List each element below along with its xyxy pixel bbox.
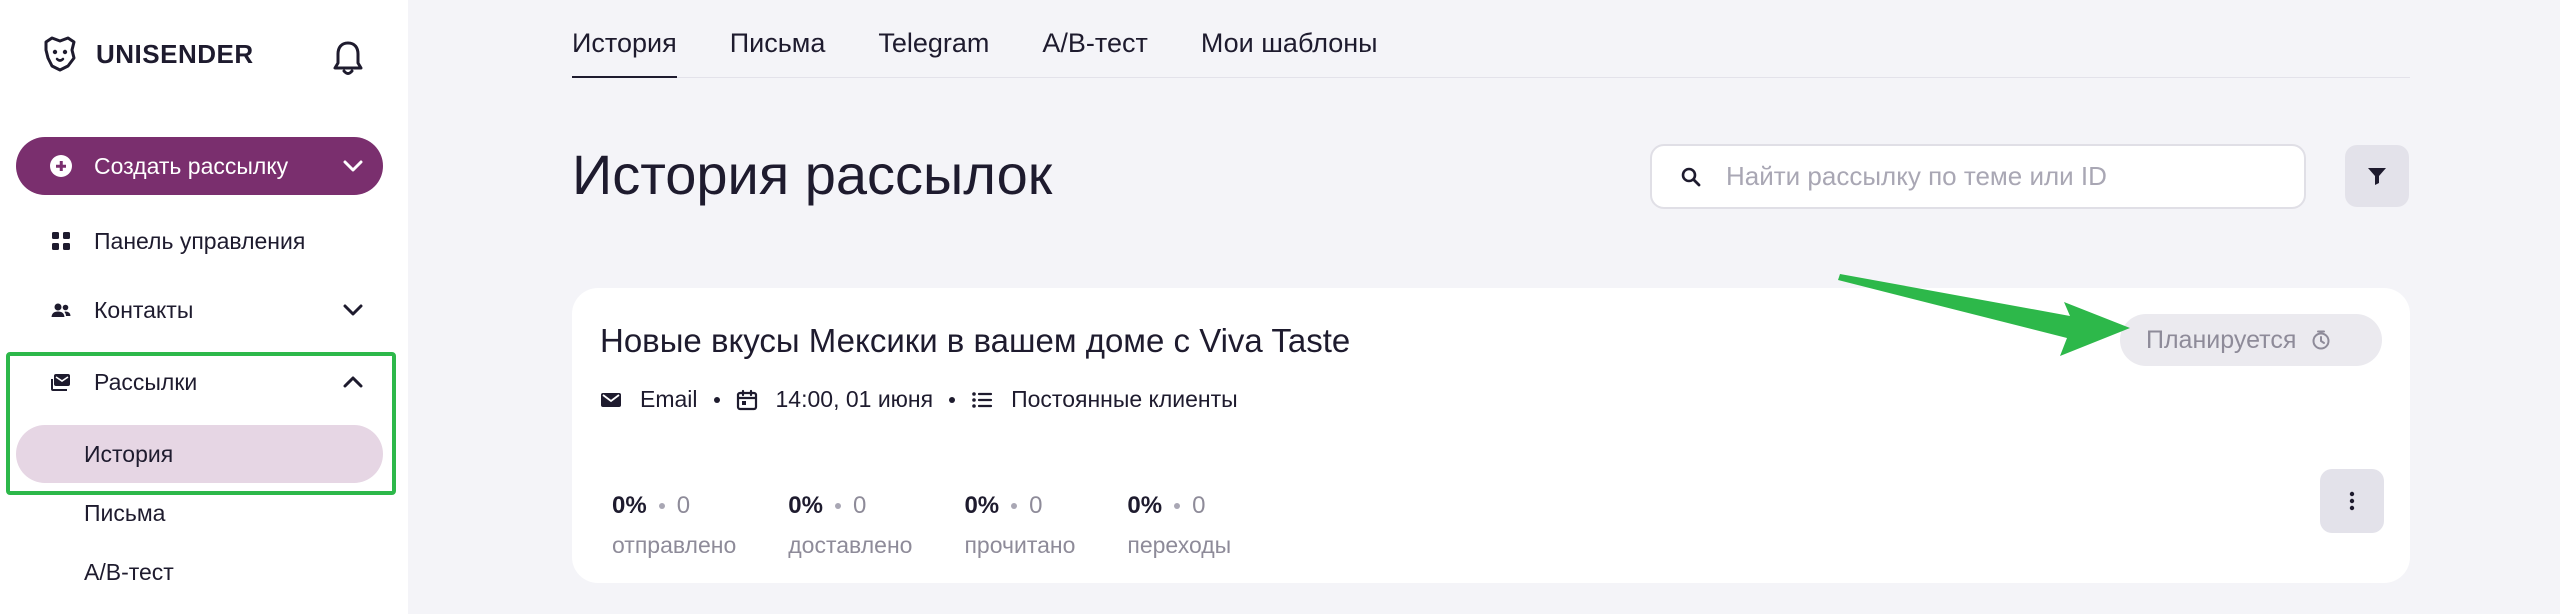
page-title: История рассылок: [572, 143, 1053, 206]
search-input[interactable]: [1726, 161, 2286, 192]
tab-letters[interactable]: Письма: [730, 0, 826, 77]
people-icon: [51, 303, 71, 317]
campaign-stats: 0% 0 отправлено 0% 0 доставлено 0% 0 прочит…: [612, 492, 1283, 559]
sidebar-subitem-label: A/B-тест: [84, 558, 174, 585]
separator-dot: [658, 503, 665, 509]
stat-count: 0: [852, 492, 867, 519]
search-box[interactable]: [1650, 144, 2306, 209]
sidebar-item-label: Панель управления: [94, 227, 306, 254]
envelope-icon: [601, 392, 621, 407]
timer-icon: [2312, 330, 2330, 350]
stat-percent: 0%: [964, 492, 1000, 519]
stat-percent: 0%: [788, 492, 823, 519]
separator-dot: [949, 396, 956, 403]
brand-name: UNISENDER: [96, 38, 254, 69]
stat-percent: 0%: [612, 492, 647, 519]
chevron-down-icon: [343, 160, 363, 172]
stat-label: отправлено: [612, 532, 737, 558]
tab-my-templates[interactable]: Мои шаблоны: [1201, 0, 1378, 77]
separator-dot: [713, 396, 720, 403]
list-icon: [972, 391, 993, 408]
chevron-down-icon: [343, 304, 363, 316]
campaign-list: Постоянные клиенты: [1011, 386, 1238, 412]
campaign-meta: Email 14:00, 01 июня Постоянные клиенты: [600, 386, 1238, 413]
stat-count: 0: [676, 492, 691, 519]
sidebar-item-label: Контакты: [94, 296, 194, 323]
campaign-title[interactable]: Новые вкусы Мексики в вашем доме с Viva …: [600, 322, 1350, 360]
more-options-button[interactable]: [2320, 469, 2384, 533]
calendar-icon: [736, 389, 757, 410]
stat-label: переходы: [1127, 532, 1232, 558]
stat-read: 0% 0 прочитано: [964, 492, 1075, 559]
dog-logo-icon: [44, 36, 76, 72]
stat-label: прочитано: [964, 532, 1076, 558]
separator-dot: [1011, 503, 1018, 509]
plus-circle-icon: [50, 155, 72, 177]
stat-count: 0: [1029, 492, 1043, 519]
campaign-datetime: 14:00, 01 июня: [775, 386, 934, 412]
bell-icon[interactable]: [330, 38, 366, 78]
kebab-menu-icon: [2349, 491, 2355, 511]
tab-telegram[interactable]: Telegram: [878, 0, 989, 77]
create-campaign-label: Создать рассылку: [94, 152, 289, 179]
stat-delivered: 0% 0 доставлено: [788, 492, 912, 559]
status-label: Планируется: [2146, 325, 2297, 354]
sidebar: UNISENDER Создать рассылку Панель управл…: [0, 0, 408, 614]
sidebar-item-contacts[interactable]: Контакты: [16, 282, 383, 338]
annotation-highlight-box: [6, 352, 396, 495]
separator-dot: [834, 503, 841, 509]
campaign-channel: Email: [640, 386, 698, 412]
status-badge: Планируется: [2120, 314, 2382, 366]
stat-sent: 0% 0 отправлено: [612, 492, 736, 559]
create-campaign-button[interactable]: Создать рассылку: [16, 137, 383, 195]
stat-label: доставлено: [788, 532, 913, 558]
stat-clicks: 0% 0 переходы: [1127, 492, 1231, 559]
sidebar-subitem-ab-test[interactable]: A/B-тест: [16, 543, 383, 601]
annotation-arrow-icon: [1838, 274, 2130, 356]
search-icon: [1681, 167, 1701, 186]
tab-ab-test[interactable]: A/B-тест: [1042, 0, 1147, 77]
sidebar-subitem-label: Письма: [84, 499, 166, 526]
stat-percent: 0%: [1127, 492, 1163, 519]
logo[interactable]: UNISENDER: [38, 32, 254, 76]
top-tabs: История Письма Telegram A/B-тест Мои шаб…: [572, 0, 2410, 78]
filter-icon: [2368, 168, 2386, 185]
stat-count: 0: [1192, 492, 1206, 519]
tab-history[interactable]: История: [572, 0, 677, 78]
sidebar-item-dashboard[interactable]: Панель управления: [16, 213, 383, 269]
separator-dot: [1174, 503, 1181, 509]
grid-icon: [52, 232, 70, 250]
filter-button[interactable]: [2345, 145, 2409, 207]
